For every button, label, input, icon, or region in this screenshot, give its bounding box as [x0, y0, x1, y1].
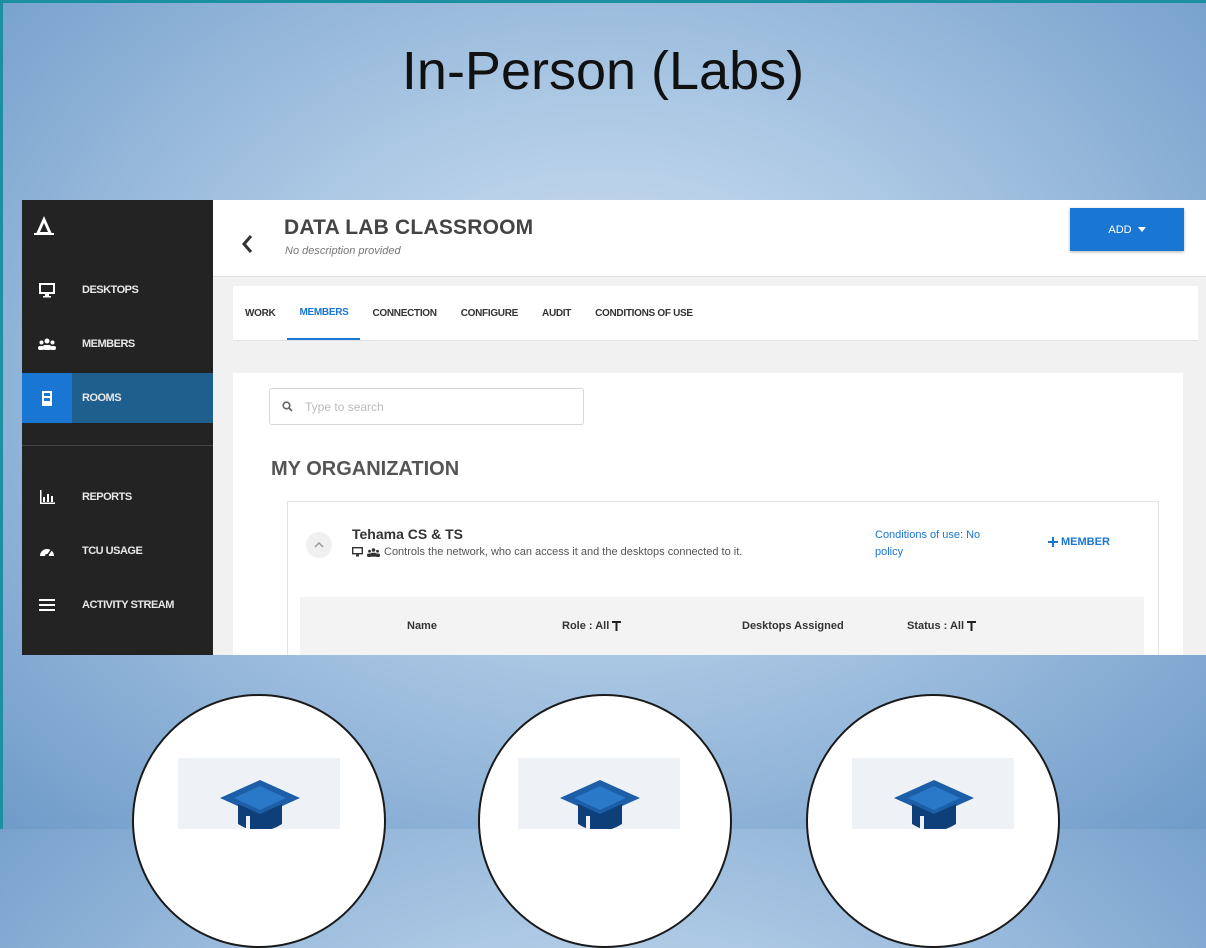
graduation-cap-icon: [220, 780, 300, 829]
organization-title: MY ORGANIZATION: [271, 458, 460, 480]
tab-audit[interactable]: AUDIT: [530, 286, 583, 340]
main-panel: DATA LAB CLASSROOM No description provid…: [213, 200, 1206, 655]
graduation-cap-tile: [852, 758, 1014, 829]
graduation-cap-tile: [178, 758, 340, 829]
group-name: Tehama CS & TS: [352, 526, 463, 542]
sidebar-item-label: DESKTOPS: [82, 284, 139, 296]
chevron-up-icon[interactable]: [306, 532, 332, 558]
column-header-label: Name: [407, 620, 437, 632]
sidebar-item-label: ROOMS: [82, 392, 122, 404]
tab-conditions-of-use[interactable]: CONDITIONS OF USE: [583, 286, 705, 340]
chevron-down-icon: [1137, 227, 1146, 232]
graduation-cap-icon: [560, 780, 640, 829]
monitor-icon: [22, 282, 72, 298]
room-header: DATA LAB CLASSROOM No description provid…: [213, 200, 1206, 277]
gauge-icon: [22, 544, 72, 558]
sidebar-item-desktops[interactable]: DESKTOPS: [22, 265, 213, 315]
sidebar-item-label: TCU USAGE: [82, 545, 143, 557]
members-icon: [367, 547, 380, 557]
search-icon: [282, 401, 293, 412]
slide-title: In-Person (Labs): [401, 41, 805, 101]
room-icon: [22, 373, 72, 423]
sidebar-item-tcu-usage[interactable]: TCU USAGE: [22, 526, 213, 576]
sidebar-item-reports[interactable]: REPORTS: [22, 472, 213, 522]
add-button-label: ADD: [1108, 223, 1132, 236]
graduation-cap-icon: [894, 780, 974, 829]
group-description: Controls the network, who can access it …: [384, 546, 743, 558]
tab-work[interactable]: WORK: [233, 286, 287, 340]
list-icon: [22, 599, 72, 611]
column-header-name[interactable]: Name: [407, 597, 437, 655]
search-input[interactable]: [303, 398, 567, 415]
members-content: MY ORGANIZATION Tehama CS & TS Controls …: [233, 373, 1183, 655]
tab-bar: WORK MEMBERS CONNECTION CONFIGURE AUDIT …: [233, 286, 1198, 341]
search-box: [269, 388, 584, 425]
tab-configure[interactable]: CONFIGURE: [449, 286, 530, 340]
app-screenshot: DESKTOPS MEMBERS ROOMS REPORTS TCU USAGE…: [22, 200, 1206, 655]
plus-icon: [1048, 537, 1058, 547]
add-button[interactable]: ADD: [1070, 208, 1184, 251]
add-member-label: MEMBER: [1061, 536, 1110, 548]
back-arrow-icon[interactable]: [241, 234, 253, 259]
graduation-cap-tile: [518, 758, 680, 829]
tab-connection[interactable]: CONNECTION: [360, 286, 448, 340]
tab-members[interactable]: MEMBERS: [287, 286, 361, 340]
column-header-label: Role : All: [562, 620, 610, 632]
column-header-label: Desktops Assigned: [742, 620, 844, 632]
column-header-role[interactable]: Role : All: [562, 597, 622, 655]
page-title: DATA LAB CLASSROOM: [284, 216, 534, 239]
room-description: No description provided: [285, 245, 401, 257]
add-member-button[interactable]: MEMBER: [1048, 536, 1110, 548]
column-header-label: Status : All: [907, 620, 965, 632]
logo-icon: [34, 216, 54, 235]
chart-icon: [22, 490, 72, 504]
member-group-card: Tehama CS & TS Controls the network, who…: [287, 501, 1159, 655]
column-header-status[interactable]: Status : All: [907, 597, 977, 655]
sidebar-item-label: REPORTS: [82, 491, 132, 503]
members-table-header: Name Role : All Desktops Assigned Status…: [300, 597, 1144, 655]
sidebar-item-activity-stream[interactable]: ACTIVITY STREAM: [22, 580, 213, 630]
sidebar-item-label: MEMBERS: [82, 338, 135, 350]
sidebar-item-label: ACTIVITY STREAM: [82, 599, 174, 611]
filter-icon: [612, 621, 622, 631]
sidebar: DESKTOPS MEMBERS ROOMS REPORTS TCU USAGE…: [22, 200, 213, 655]
conditions-of-use-link[interactable]: Conditions of use: No policy: [875, 527, 985, 561]
column-header-desktops-assigned[interactable]: Desktops Assigned: [742, 597, 844, 655]
sidebar-item-rooms[interactable]: ROOMS: [22, 373, 213, 423]
sidebar-item-members[interactable]: MEMBERS: [22, 319, 213, 369]
members-icon: [22, 338, 72, 350]
monitor-icon: [352, 547, 363, 557]
group-description-row: Controls the network, who can access it …: [352, 546, 742, 558]
sidebar-divider: [22, 445, 213, 446]
filter-icon: [967, 621, 977, 631]
